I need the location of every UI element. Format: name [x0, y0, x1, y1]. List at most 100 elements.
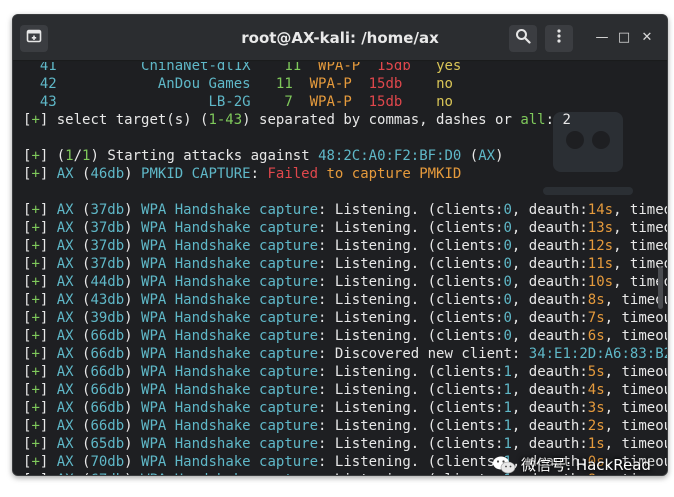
- terminal-line: [+] AX (66db) WPA Handshake capture: Lis…: [23, 327, 667, 345]
- search-button[interactable]: [509, 25, 537, 52]
- terminal-text-segment: WPA Handshake capture: [141, 256, 319, 272]
- terminal-text-segment: (: [73, 310, 91, 326]
- terminal-text-segment: +: [31, 310, 40, 326]
- terminal-text-segment: : Listening. (clients:: [318, 364, 504, 380]
- terminal-text-segment: AX: [56, 310, 74, 326]
- terminal-text-segment: , timeout:: [604, 310, 667, 326]
- terminal-text-segment: +: [31, 382, 40, 398]
- terminal-line: [+] AX (66db) WPA Handshake capture: Lis…: [23, 399, 667, 417]
- terminal-text-segment: ): [124, 166, 142, 182]
- terminal-text-segment: +: [31, 220, 40, 236]
- terminal-text-segment: 43: [23, 94, 57, 110]
- terminal-text-segment: +: [31, 112, 40, 128]
- scrollbar-thumb[interactable]: [658, 267, 663, 309]
- terminal-text-segment: 1: [503, 418, 512, 434]
- minimize-button[interactable]: —: [593, 29, 611, 47]
- search-icon: [515, 28, 531, 49]
- terminal-text-segment: AX: [56, 436, 74, 452]
- terminal-text-segment: , deauth:: [511, 256, 588, 272]
- terminal-text-segment: 66db: [90, 382, 125, 398]
- terminal-output[interactable]: 41 ChinaNet-dl1X 11 WPA-P 15db yes 42 An…: [13, 62, 667, 475]
- terminal-text-segment: AX: [57, 472, 74, 475]
- terminal-text-segment: +: [31, 418, 40, 434]
- terminal-text-segment: ): [124, 364, 142, 380]
- terminal-text-segment: , timeout:: [604, 436, 667, 452]
- terminal-window: root@AX-kali: /home/ax — □ ✕ 41 ChinaNet…: [12, 14, 668, 476]
- menu-button[interactable]: [545, 25, 573, 52]
- terminal-text-segment: ) separated by commas, dashes or: [242, 112, 521, 128]
- terminal-text-segment: AX: [56, 202, 74, 218]
- terminal-text-segment: ]: [39, 202, 57, 218]
- terminal-text-segment: : Listening. (clients:: [318, 328, 504, 344]
- terminal-text-segment: , timeout:: [604, 328, 667, 344]
- terminal-text-segment: : Listening. (clients:: [318, 202, 504, 218]
- terminal-text-segment: 43db: [90, 292, 125, 308]
- terminal-text-segment: WPA Handshake capture: [141, 328, 319, 344]
- terminal-text-segment: ]: [39, 310, 57, 326]
- close-button[interactable]: ✕: [638, 29, 656, 47]
- terminal-text-segment: ): [124, 400, 142, 416]
- terminal-text-segment: ]: [39, 292, 57, 308]
- maximize-button[interactable]: □: [615, 29, 633, 47]
- terminal-text-segment: +: [31, 472, 39, 475]
- terminal-text-segment: PMKID CAPTURE: [141, 166, 251, 182]
- terminal-text-segment: WPA Handshake capture: [141, 382, 319, 398]
- terminal-text-segment: +: [31, 436, 40, 452]
- terminal-text-segment: ]: [39, 328, 57, 344]
- terminal-text-segment: (: [73, 292, 91, 308]
- terminal-text-segment: 7s: [587, 310, 605, 326]
- terminal-text-segment: WPA Handshake capture: [141, 454, 319, 470]
- terminal-text-segment: (: [73, 220, 91, 236]
- terminal-text-segment: ]: [39, 238, 57, 254]
- terminal-text-segment: ]: [39, 436, 57, 452]
- terminal-text-segment: +: [31, 274, 40, 290]
- terminal-text-segment: (: [73, 364, 91, 380]
- terminal-text-segment: no: [436, 94, 453, 110]
- terminal-text-segment: 0: [503, 274, 512, 290]
- terminal-text-segment: AX: [56, 274, 74, 290]
- terminal-text-segment: +: [31, 364, 40, 380]
- terminal-text-segment: , deauth:: [511, 220, 588, 236]
- terminal-text-segment: 1: [503, 382, 512, 398]
- terminal-text-segment: : Listening. (clients:: [318, 310, 504, 326]
- terminal-text-segment: 10s: [587, 274, 614, 290]
- terminal-text-segment: 66db: [90, 328, 125, 344]
- terminal-text-segment: ]: [39, 418, 57, 434]
- terminal-text-segment: ] (: [39, 148, 66, 164]
- terminal-text-segment: ) Starting attacks against: [90, 148, 319, 164]
- terminal-text-segment: AX: [56, 220, 74, 236]
- terminal-line: [+] AX (66db) WPA Handshake capture: Lis…: [23, 363, 667, 381]
- terminal-text-segment: ]: [39, 364, 57, 380]
- terminal-text-segment: +: [31, 256, 40, 272]
- terminal-text-segment: ): [124, 274, 142, 290]
- terminal-text-segment: (: [73, 202, 91, 218]
- terminal-text-segment: , timeout: [613, 238, 667, 254]
- terminal-line: 41 ChinaNet-dl1X 11 WPA-P 15db yes: [23, 62, 667, 75]
- terminal-text-segment: ]: [39, 346, 57, 362]
- terminal-text-segment: 15db: [368, 94, 403, 110]
- terminal-text-segment: , timeout:: [604, 418, 667, 434]
- terminal-text-segment: 0: [503, 202, 512, 218]
- terminal-text-segment: 66db: [90, 418, 125, 434]
- terminal-text-segment: 12s: [587, 238, 614, 254]
- terminal-text-segment: 48:2C:A0:F2:BF:D0: [318, 148, 462, 164]
- maximize-icon: □: [617, 30, 631, 45]
- terminal-text-segment: AX: [56, 400, 74, 416]
- terminal-text-segment: , deauth:: [511, 364, 588, 380]
- terminal-line: [+] AX (65db) WPA Handshake capture: Lis…: [23, 435, 667, 453]
- terminal-text-segment: AX: [56, 454, 74, 470]
- terminal-line: [+] AX (39db) WPA Handshake capture: Lis…: [23, 309, 667, 327]
- terminal-text-segment: : Listening. (clients:: [318, 292, 504, 308]
- terminal-text-segment: (: [73, 400, 91, 416]
- terminal-text-segment: 1: [503, 436, 512, 452]
- terminal-text-segment: LB-2G: [208, 94, 251, 110]
- terminal-text-segment: AX: [56, 346, 74, 362]
- terminal-text-segment: (: [73, 418, 91, 434]
